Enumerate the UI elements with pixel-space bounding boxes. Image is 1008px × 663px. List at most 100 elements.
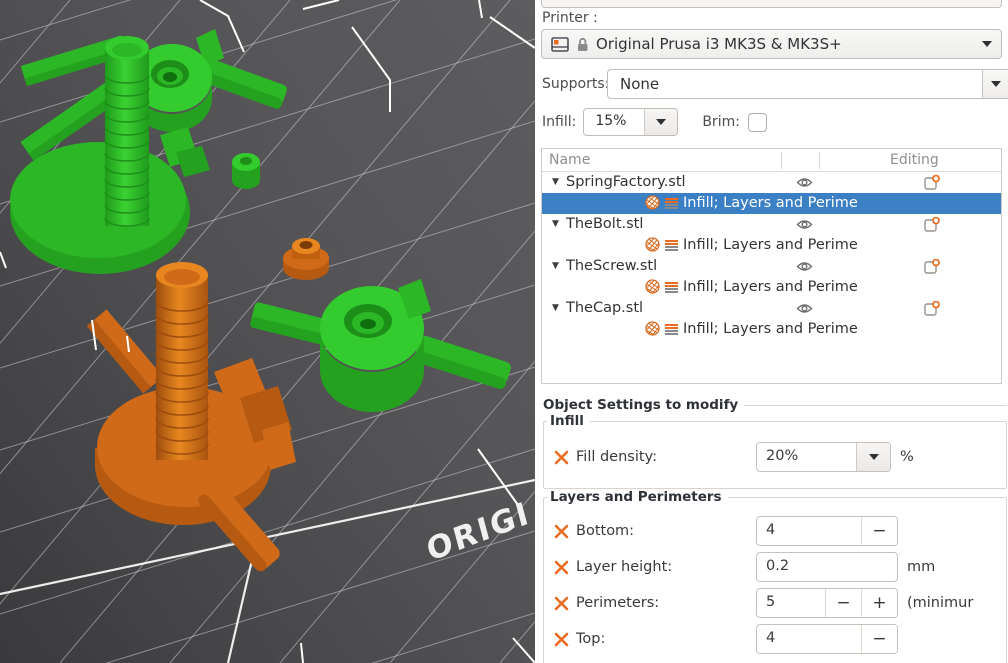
combo-remnant[interactable] <box>541 0 1002 8</box>
infill-value: 15% <box>595 113 627 129</box>
model-cap-green[interactable] <box>232 153 260 189</box>
object-name: SpringFactory.stl <box>566 174 686 190</box>
model-cap-orange[interactable] <box>283 238 329 280</box>
remove-setting-icon[interactable] <box>554 450 569 465</box>
modifier-name: Infill; Layers and Perime <box>683 321 858 337</box>
remove-setting-icon[interactable] <box>554 560 569 575</box>
table-row-springfactory[interactable]: ▼ SpringFactory.stl <box>542 172 1001 193</box>
fill-density-label: Fill density: <box>576 449 657 465</box>
bottom-value: 4 <box>766 522 776 538</box>
object-name: TheCap.stl <box>566 300 644 316</box>
edit-settings-icon[interactable] <box>924 217 940 232</box>
settings-panel: Printer : Original Prusa i3 MK3S & MK3S+… <box>535 0 1008 663</box>
brim-checkbox[interactable] <box>747 112 767 132</box>
remove-setting-icon[interactable] <box>554 632 569 647</box>
modifier-name: Infill; Layers and Perime <box>683 279 858 295</box>
eye-icon[interactable] <box>796 176 813 189</box>
layers-icon <box>665 198 678 209</box>
printer-bed-icon <box>551 36 569 52</box>
column-name[interactable]: Name <box>549 152 590 168</box>
edit-settings-icon[interactable] <box>924 301 940 316</box>
top-field[interactable]: 4 − <box>756 624 898 654</box>
fill-density-value: 20% <box>766 448 799 464</box>
infill-icon <box>645 279 660 294</box>
top-label: Top: <box>576 631 606 647</box>
object-settings-title: Object Settings to modify <box>543 397 739 413</box>
perimeters-unit: (minimur <box>907 595 974 611</box>
infill-dropdown-button[interactable] <box>644 109 678 135</box>
prusaslicer-window: ORIGI Printer: Original Prusa i3 MK3S &… <box>0 0 1008 663</box>
printer-label: Printer : <box>542 10 598 26</box>
model-layer <box>0 0 535 663</box>
infill-combo[interactable]: 15% <box>583 108 679 136</box>
layers-icon <box>665 282 678 293</box>
chevron-down-icon <box>982 41 992 47</box>
object-list-header[interactable]: Name Editing <box>542 149 1001 172</box>
group-infill: Infill Fill density: 20% % <box>543 413 1007 489</box>
model-wingnut-green[interactable] <box>249 279 512 412</box>
remove-setting-icon[interactable] <box>554 596 569 611</box>
group-layers-perimeters: Layers and Perimeters Bottom: 4 − Layer … <box>543 489 1007 663</box>
infill-icon <box>645 321 660 336</box>
column-divider <box>819 152 820 169</box>
eye-icon[interactable] <box>796 302 813 315</box>
table-row-thecap[interactable]: ▼ TheCap.stl <box>542 298 1001 319</box>
table-row-thebolt[interactable]: ▼ TheBolt.stl <box>542 214 1001 235</box>
fill-density-dropdown-button[interactable] <box>856 443 890 471</box>
layers-icon <box>665 324 678 335</box>
table-row-thescrew[interactable]: ▼ TheScrew.stl <box>542 256 1001 277</box>
expander-icon[interactable]: ▼ <box>552 256 566 277</box>
decrement-button[interactable]: − <box>861 517 897 545</box>
model-springfactory-green[interactable] <box>10 29 288 274</box>
table-row-modifier[interactable]: Infill; Layers and Perime <box>542 277 1001 298</box>
supports-label: Supports: <box>542 76 610 92</box>
top-value: 4 <box>766 630 776 646</box>
perimeters-field[interactable]: 5 − + <box>756 588 898 618</box>
chevron-down-icon <box>656 119 667 125</box>
infill-icon <box>645 195 660 210</box>
expander-icon[interactable]: ▼ <box>552 298 566 319</box>
bottom-field[interactable]: 4 − <box>756 516 898 546</box>
divider <box>744 404 1007 406</box>
object-list: Name Editing ▼ SpringFactory.stl Infill;… <box>541 148 1002 384</box>
decrement-button[interactable]: − <box>861 625 897 653</box>
expander-icon[interactable]: ▼ <box>552 172 566 193</box>
fill-density-combo[interactable]: 20% <box>756 442 891 472</box>
bottom-label: Bottom: <box>576 523 635 539</box>
table-row-modifier-selected[interactable]: Infill; Layers and Perime <box>542 193 1001 214</box>
remove-setting-icon[interactable] <box>554 524 569 539</box>
modifier-name: Infill; Layers and Perime <box>683 237 858 253</box>
supports-dropdown-button[interactable] <box>982 70 1008 98</box>
expander-icon[interactable]: ▼ <box>552 214 566 235</box>
infill-icon <box>645 237 660 252</box>
supports-combo[interactable]: None <box>607 69 1008 99</box>
eye-icon[interactable] <box>796 218 813 231</box>
layer-height-unit: mm <box>907 559 936 575</box>
fill-density-unit: % <box>900 449 914 465</box>
layer-height-value: 0.2 <box>766 558 790 574</box>
column-divider <box>781 152 782 169</box>
modifier-name: Infill; Layers and Perime <box>683 195 858 211</box>
edit-settings-icon[interactable] <box>924 175 940 190</box>
3d-viewport[interactable]: ORIGI <box>0 0 535 663</box>
chevron-down-icon <box>868 454 879 460</box>
printer-combo[interactable]: Original Prusa i3 MK3S & MK3S+ <box>541 29 1002 59</box>
column-editing[interactable]: Editing <box>890 152 939 168</box>
object-name: TheScrew.stl <box>566 258 658 274</box>
object-name: TheBolt.stl <box>566 216 644 232</box>
table-row-modifier[interactable]: Infill; Layers and Perime <box>542 319 1001 340</box>
edit-settings-icon[interactable] <box>924 259 940 274</box>
perimeters-value: 5 <box>766 594 776 610</box>
group-layers-title: Layers and Perimeters <box>547 489 728 505</box>
layer-height-field[interactable]: 0.2 <box>756 552 898 582</box>
table-row-modifier[interactable]: Infill; Layers and Perime <box>542 235 1001 256</box>
brim-label: Brim: <box>702 114 740 130</box>
lock-icon <box>578 37 588 51</box>
layers-icon <box>665 240 678 251</box>
chevron-down-icon <box>990 81 1001 87</box>
perimeters-label: Perimeters: <box>576 595 660 611</box>
increment-button[interactable]: + <box>861 589 897 617</box>
eye-icon[interactable] <box>796 260 813 273</box>
decrement-button[interactable]: − <box>825 589 861 617</box>
supports-value: None <box>620 75 660 93</box>
